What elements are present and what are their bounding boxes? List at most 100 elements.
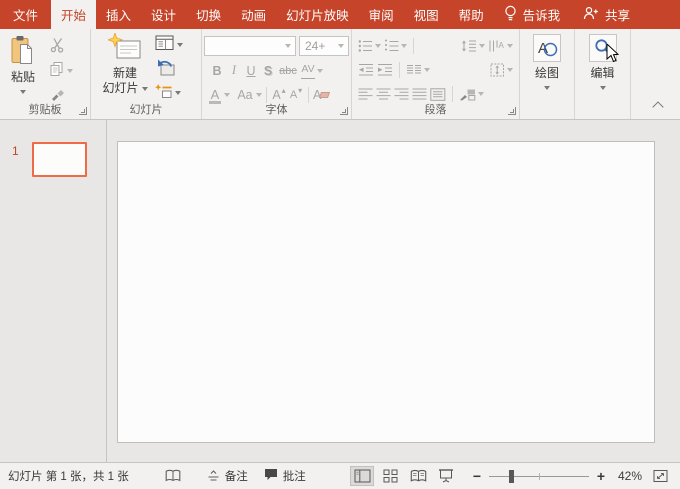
tab-animations[interactable]: 动画 [231,0,276,29]
slide-canvas[interactable] [117,141,655,443]
increase-indent-button[interactable] [377,61,393,80]
slide-sorter-view-button[interactable] [378,466,402,486]
slides-group-label: 幻灯片 [91,101,201,117]
tab-review[interactable]: 审阅 [359,0,404,29]
tab-slideshow[interactable]: 幻灯片放映 [276,0,359,29]
zoom-slider-thumb[interactable] [509,470,514,483]
font-group: 24+ B I U S abc AV A Aa A▴ A▾ [202,29,352,119]
align-text-caret [507,68,513,72]
italic-button[interactable]: I [226,61,242,80]
fit-slide-to-window-button[interactable] [648,466,672,486]
lightbulb-icon [504,5,517,25]
text-shadow-button[interactable]: S [260,61,276,80]
section-caret [175,91,181,95]
font-toggle-row: B I U S abc AV [202,61,351,80]
tab-home[interactable]: 开始 [51,0,96,29]
tab-help[interactable]: 帮助 [449,0,494,29]
copy-icon [49,61,64,80]
spell-check-button[interactable] [165,469,181,483]
tab-help-label: 帮助 [459,5,484,24]
tab-animations-label: 动画 [241,5,266,24]
shrink-font-mark: ▾ [298,86,302,95]
scissors-icon [50,37,66,56]
font-dialog-launcher[interactable] [340,107,348,115]
character-spacing-caret [317,69,323,73]
columns-button[interactable] [406,61,430,80]
tab-home-label: 开始 [61,5,86,24]
tab-review-label: 审阅 [369,5,394,24]
strikethrough-button[interactable]: abc [277,61,299,80]
tab-transitions-label: 切换 [196,5,221,24]
share-person-icon [583,6,599,24]
eraser-icon [319,92,330,98]
numbering-caret [401,44,407,48]
font-name-combobox[interactable] [204,36,296,56]
paragraph-row2 [352,60,519,80]
slide-counter-text: 幻灯片 第 1 张，共 1 张 [8,468,129,484]
slide-1-thumbnail[interactable] [32,142,87,177]
decrease-indent-button[interactable] [358,61,374,80]
tab-slideshow-label: 幻灯片放映 [286,5,349,24]
status-bar: 幻灯片 第 1 张，共 1 张 备注 批注 [0,462,680,489]
cut-button[interactable] [50,37,66,56]
slide-thumbnail-panel: 1 [0,120,107,462]
new-slide-button[interactable]: 新建 幻灯片 [99,33,151,96]
tab-view-label: 视图 [414,5,439,24]
bold-button[interactable]: B [209,61,225,80]
zoom-in-button[interactable]: + [594,468,608,484]
tell-me-button[interactable]: 告诉我 [504,0,561,29]
paragraph-dialog-launcher[interactable] [508,107,516,115]
reading-view-button[interactable] [406,466,430,486]
drawing-button[interactable]: A 绘图 [520,34,574,90]
font-size-value: 24+ [300,39,338,53]
font-size-combobox[interactable]: 24+ [299,36,349,56]
new-slide-dropdown-caret [142,87,148,91]
font-size-caret [338,44,344,48]
underline-button[interactable]: U [243,61,259,80]
shrink-font-letter: A [290,89,297,101]
grow-font-mark: ▴ [282,86,286,95]
numbering-button[interactable] [384,37,407,56]
collapse-ribbon-chevron-icon[interactable] [652,101,663,112]
drawing-icon: A [533,34,561,62]
paragraph-row1: A [352,36,519,56]
tab-design[interactable]: 设计 [141,0,186,29]
reset-arrow-icon [155,59,175,80]
tab-file[interactable]: 文件 [0,0,51,29]
zoom-percentage[interactable]: 42% [608,469,642,483]
svg-text:A: A [499,41,505,50]
new-slide-label-line2-wrap: 幻灯片 [102,81,147,96]
share-button[interactable]: 共享 [583,0,630,29]
paste-dropdown-caret [20,90,26,94]
editing-caret [600,86,606,90]
text-direction-button[interactable]: A [488,37,513,56]
paragraph-separator-3 [452,86,453,102]
zoom-slider[interactable] [489,469,589,483]
tab-view[interactable]: 视图 [404,0,449,29]
statusbar-right-cluster: − + 42% [346,466,672,486]
bullets-button[interactable] [358,37,381,56]
paragraph-separator-2 [399,62,400,78]
ribbon: 粘贴 剪贴板 [0,29,680,120]
slideshow-view-button[interactable] [434,466,458,486]
slide-layout-button[interactable] [155,35,183,54]
align-text-button[interactable] [490,61,513,80]
copy-button[interactable] [49,61,73,80]
comments-button[interactable]: 批注 [264,468,306,484]
main-content: 1 [0,120,680,462]
tab-transitions[interactable]: 切换 [186,0,231,29]
font-color-caret [224,93,230,97]
line-spacing-button[interactable] [461,37,485,56]
tab-insert[interactable]: 插入 [96,0,141,29]
character-spacing-button[interactable]: AV [300,61,316,80]
clipboard-group: 粘贴 剪贴板 [0,29,91,119]
section-button[interactable] [155,84,181,102]
zoom-out-button[interactable]: − [470,468,484,484]
zoom-slider-center-tick [539,473,540,480]
editing-button[interactable]: 编辑 [575,34,630,90]
clipboard-dialog-launcher[interactable] [79,107,87,115]
reset-slide-button[interactable] [155,59,175,80]
notes-button[interactable]: 备注 [207,468,248,484]
paste-button[interactable]: 粘贴 [2,35,44,94]
normal-view-button[interactable] [350,466,374,486]
